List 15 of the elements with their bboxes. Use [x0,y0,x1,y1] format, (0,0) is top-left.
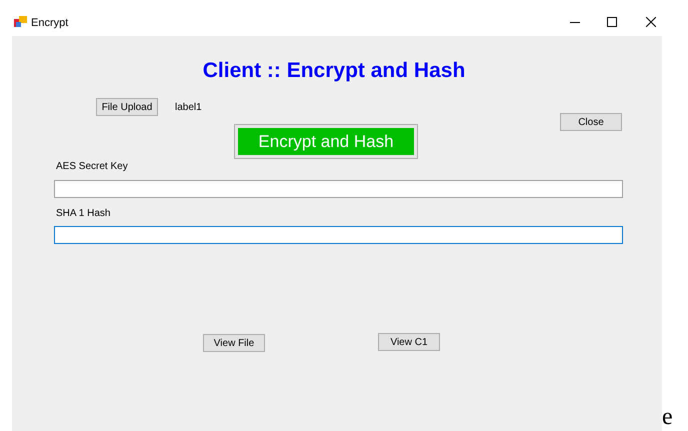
file-label: label1 [175,101,202,114]
close-form-button[interactable]: Close [560,113,622,131]
maximize-icon[interactable] [607,17,617,27]
text-field[interactable] [54,180,623,198]
file-upload-button[interactable]: File Upload [96,98,158,116]
field-label: SHA 1 Hash [56,207,110,220]
view-file-button[interactable]: View File [203,334,265,352]
field-label: AES Secret Key [56,160,128,173]
close-icon[interactable] [646,17,656,27]
heading: Client :: Encrypt and Hash [202,58,466,84]
window-title: Encrypt [31,16,68,30]
text-field[interactable] [54,226,623,244]
app-icon [14,16,27,28]
stray-letter: e [662,404,673,430]
view-c1-button[interactable]: View C1 [378,333,440,351]
